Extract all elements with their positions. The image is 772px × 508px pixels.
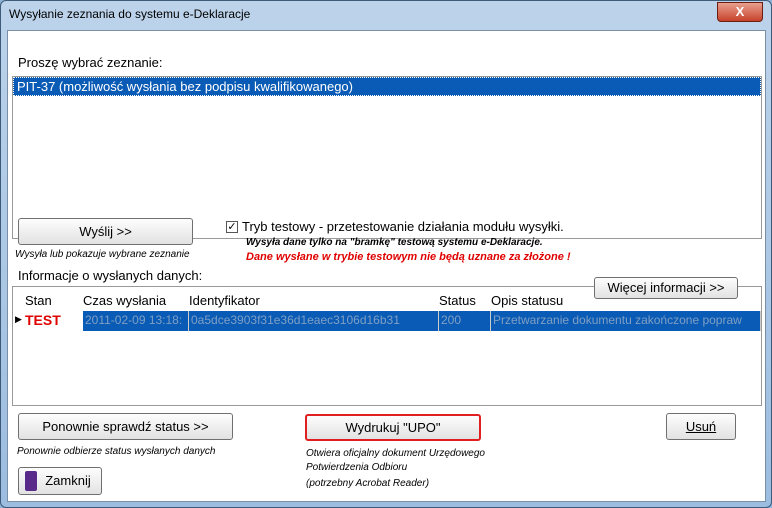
dialog-window: Wysyłanie zeznania do systemu e-Deklarac… — [0, 0, 772, 508]
test-mode-hint: Wysyła dane tylko na "bramkę" testową sy… — [246, 237, 543, 248]
column-header: Status — [439, 293, 476, 308]
row-pointer-icon: ▶ — [15, 314, 22, 324]
sent-data-table: Stan Czas wysłania Identyfikator Status … — [12, 286, 762, 406]
test-mode-checkbox[interactable]: ✓ — [226, 221, 238, 233]
upo-hint-line1: Otwiera oficjalny dokument Urzędowego — [306, 448, 485, 459]
upo-hint-line3: (potrzebny Acrobat Reader) — [306, 478, 430, 489]
test-mode-warning: Dane wysłane w trybie testowym nie będą … — [246, 251, 571, 263]
more-info-button[interactable]: Więcej informacji >> — [594, 277, 738, 299]
close-button[interactable]: Zamknij — [18, 467, 102, 495]
declaration-list[interactable]: PIT-37 (możliwość wysłania bez podpisu k… — [12, 76, 762, 239]
exit-door-icon — [25, 471, 37, 491]
delete-button[interactable]: Usuń — [666, 413, 736, 440]
cell-id: 0a5dce3903f31e36d1eaec3106d16b31 — [189, 311, 439, 331]
cell-description: Przetwarzanie dokumentu zakończone popra… — [491, 311, 761, 331]
column-header: Stan — [25, 293, 52, 308]
column-header: Opis statusu — [491, 293, 564, 308]
recheck-status-button[interactable]: Ponownie sprawdź status >> — [18, 413, 233, 440]
test-mode-label: Tryb testowy - przetestowanie działania … — [242, 219, 564, 234]
close-icon[interactable]: X — [717, 2, 763, 22]
window-title: Wysyłanie zeznania do systemu e-Deklarac… — [9, 7, 251, 21]
dialog-client: Proszę wybrać zeznanie: PIT-37 (możliwoś… — [7, 30, 766, 502]
send-hint: Wysyła lub pokazuje wybrane zeznanie — [15, 249, 190, 260]
recheck-hint: Ponownie odbierze status wysłanych danyc… — [17, 446, 216, 457]
column-header: Czas wysłania — [83, 293, 167, 308]
send-button[interactable]: Wyślij >> — [18, 218, 193, 245]
cell-status: 200 — [439, 311, 491, 331]
cell-state: TEST — [25, 312, 61, 328]
print-upo-button[interactable]: Wydrukuj "UPO" — [305, 414, 481, 441]
cell-time: 2011-02-09 13:18: — [83, 311, 189, 331]
table-row[interactable]: ▶ TEST 2011-02-09 13:18: 0a5dce3903f31e3… — [13, 311, 761, 331]
close-button-label: Zamknij — [45, 473, 91, 488]
select-label: Proszę wybrać zeznanie: — [18, 55, 163, 70]
upo-hint-line2: Potwierdzenia Odbioru — [306, 462, 408, 473]
list-item[interactable]: PIT-37 (możliwość wysłania bez podpisu k… — [13, 77, 761, 96]
column-header: Identyfikator — [189, 293, 260, 308]
info-label: Informacje o wysłanych danych: — [18, 268, 203, 283]
